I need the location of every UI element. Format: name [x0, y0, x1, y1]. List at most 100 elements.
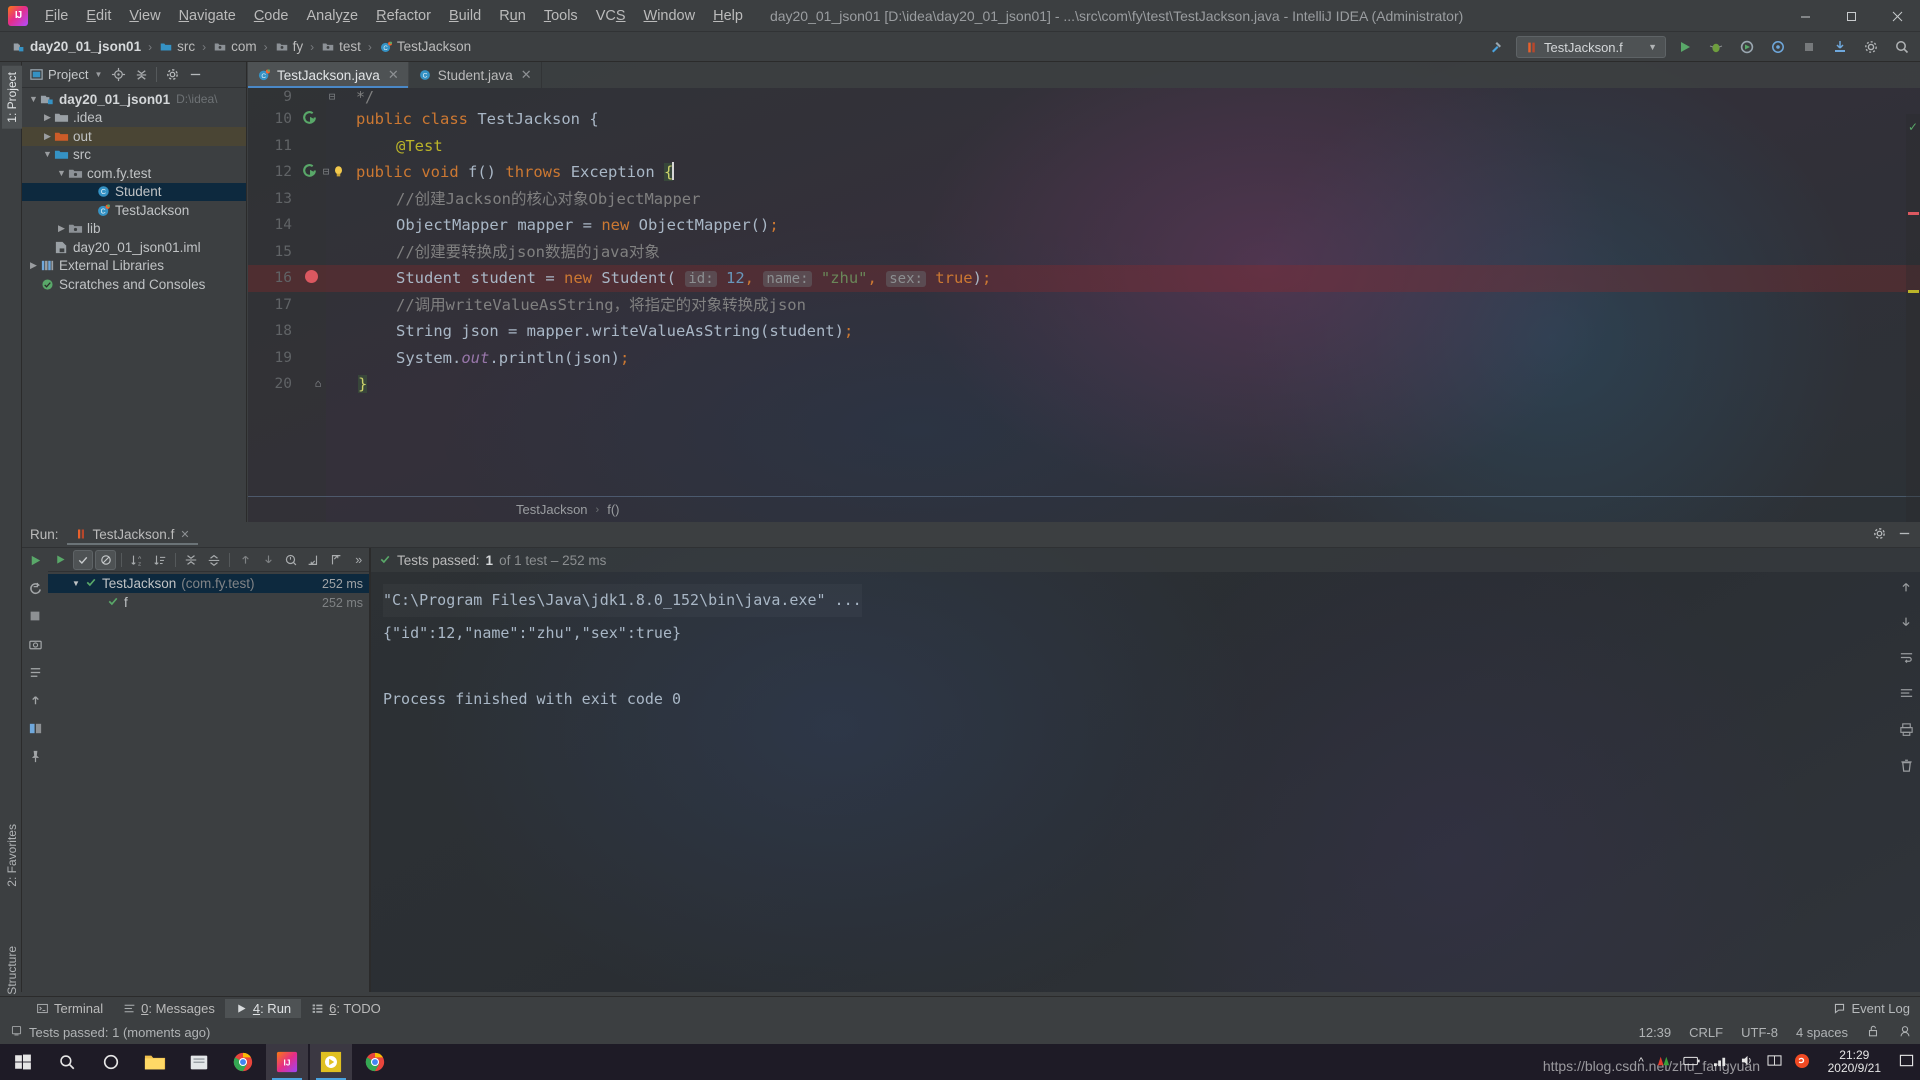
- tool-button-terminal[interactable]: Terminal: [26, 999, 113, 1018]
- file-encoding[interactable]: UTF-8: [1741, 1025, 1778, 1040]
- taskbar-search-button[interactable]: [46, 1044, 88, 1080]
- chevron-down-icon[interactable]: ▼: [41, 150, 54, 159]
- fold-marker[interactable]: ⊟: [324, 88, 340, 106]
- line-separator[interactable]: CRLF: [1689, 1025, 1723, 1040]
- hide-panel-button[interactable]: [185, 65, 205, 85]
- profiler-button[interactable]: [1766, 35, 1790, 59]
- show-passed-toggle[interactable]: [72, 549, 94, 570]
- sidebar-item-favorites-tab[interactable]: 2: Favorites: [2, 818, 22, 893]
- run-panel-hide-button[interactable]: [1897, 526, 1912, 544]
- breadcrumb-item-com[interactable]: com: [209, 37, 261, 56]
- run-tab-testjackson[interactable]: TestJackson.f ✕: [67, 525, 198, 545]
- sort-alphabetically-button[interactable]: AZ: [127, 550, 148, 570]
- tree-item-src[interactable]: ▼ src: [22, 146, 246, 165]
- chevron-right-icon[interactable]: ▶: [55, 224, 68, 233]
- menu-item-code[interactable]: Code: [245, 4, 298, 28]
- battery-icon[interactable]: [1683, 1055, 1701, 1070]
- taskbar-chrome[interactable]: [222, 1044, 264, 1080]
- history-button[interactable]: [281, 550, 302, 570]
- next-failed-button[interactable]: [258, 550, 279, 570]
- menu-item-vcs[interactable]: VCS: [587, 4, 635, 28]
- more-actions-button[interactable]: »: [348, 550, 369, 570]
- editor-breadcrumb-method[interactable]: f(): [607, 502, 619, 517]
- menu-item-window[interactable]: Window: [635, 4, 705, 28]
- tree-item-student-class[interactable]: C Student: [22, 182, 246, 201]
- print-button[interactable]: [1899, 722, 1914, 742]
- tree-item-project-root[interactable]: ▼ day20_01_json01 D:\idea\: [22, 90, 246, 109]
- maximize-button[interactable]: [1828, 0, 1874, 32]
- collapse-all-button[interactable]: [131, 65, 151, 85]
- menu-item-file[interactable]: FFileile: [36, 4, 77, 28]
- indent-setting[interactable]: 4 spaces: [1796, 1025, 1848, 1040]
- close-icon[interactable]: ✕: [521, 67, 532, 83]
- breadcrumb-item-class[interactable]: C TestJackson: [375, 37, 475, 56]
- breakpoint-icon[interactable]: [300, 265, 322, 292]
- tree-item-out[interactable]: ▶ out: [22, 127, 246, 146]
- run-with-coverage-button[interactable]: [1735, 35, 1759, 59]
- chevron-down-icon[interactable]: ▼: [27, 94, 40, 104]
- code-area[interactable]: 9 ⊟ */ 10 public class TestJackson { 11 …: [248, 88, 1920, 522]
- clear-all-button[interactable]: [1899, 758, 1914, 778]
- expand-all-button[interactable]: [181, 550, 202, 570]
- prev-failed-button[interactable]: [235, 550, 256, 570]
- search-everywhere-button[interactable]: [1890, 35, 1914, 59]
- console-output[interactable]: Tests passed: 1 of 1 test – 252 ms "C:\P…: [370, 548, 1920, 992]
- network-icon[interactable]: [1713, 1054, 1728, 1070]
- show-ignored-toggle[interactable]: [95, 549, 117, 570]
- inspector-icon[interactable]: [1898, 1024, 1912, 1041]
- tree-item-testjackson-class[interactable]: C TestJackson: [22, 201, 246, 220]
- export-results-button[interactable]: [326, 550, 347, 570]
- caret-position[interactable]: 12:39: [1639, 1025, 1672, 1040]
- import-results-button[interactable]: [303, 550, 324, 570]
- stop-button[interactable]: [25, 606, 45, 626]
- chevron-right-icon[interactable]: ▶: [41, 113, 54, 122]
- sogou-icon[interactable]: [1794, 1053, 1810, 1072]
- project-panel-title[interactable]: Project ▼: [26, 65, 105, 84]
- volume-icon[interactable]: [1740, 1054, 1755, 1070]
- tree-item-scratches[interactable]: Scratches and Consoles: [22, 275, 246, 294]
- breadcrumb-item-test[interactable]: test: [317, 37, 365, 56]
- chevron-right-icon[interactable]: ▶: [27, 261, 40, 270]
- run-button[interactable]: [1673, 35, 1697, 59]
- rerun-failed-button[interactable]: [25, 578, 45, 598]
- taskbar-clock[interactable]: 21:29 2020/9/21: [1822, 1049, 1887, 1075]
- menu-item-refactor[interactable]: Refactor: [367, 4, 440, 28]
- sort-by-duration-button[interactable]: [150, 550, 171, 570]
- tool-button-run[interactable]: 4: Run: [224, 999, 302, 1018]
- rerun-tests-button[interactable]: [50, 550, 71, 570]
- project-settings-button[interactable]: [162, 65, 182, 85]
- debug-button[interactable]: [1704, 35, 1728, 59]
- close-icon[interactable]: ✕: [180, 528, 189, 541]
- event-log-button[interactable]: Event Log: [1833, 1001, 1910, 1016]
- tool-button-todo[interactable]: 6: TODO: [301, 999, 391, 1018]
- tree-item-iml-file[interactable]: day20_01_json01.iml: [22, 238, 246, 257]
- taskbar-file-explorer[interactable]: [134, 1044, 176, 1080]
- sidebar-item-project-tab[interactable]: 1: Project: [2, 66, 22, 129]
- tree-item-idea[interactable]: ▶ .idea: [22, 109, 246, 128]
- close-button[interactable]: [1874, 0, 1920, 32]
- export-button[interactable]: [25, 690, 45, 710]
- scroll-up-button[interactable]: [1899, 580, 1913, 599]
- breadcrumb-item-project[interactable]: day20_01_json01: [8, 37, 145, 56]
- action-center-icon[interactable]: [1899, 1053, 1914, 1071]
- taskbar-intellij[interactable]: IJ: [266, 1044, 308, 1080]
- language-icon[interactable]: [1767, 1054, 1782, 1070]
- dump-threads-button[interactable]: [25, 662, 45, 682]
- stop-button[interactable]: [1797, 35, 1821, 59]
- layout-button[interactable]: [25, 718, 45, 738]
- settings-button[interactable]: [1859, 35, 1883, 59]
- taskbar-snipaste[interactable]: [310, 1044, 352, 1080]
- unlocked-icon[interactable]: [1866, 1024, 1880, 1041]
- run-gutter-icon[interactable]: [298, 159, 320, 186]
- breadcrumb-item-src[interactable]: src: [155, 37, 199, 56]
- run-configuration-selector[interactable]: TestJackson.f ▼: [1516, 36, 1666, 58]
- scroll-to-end-button[interactable]: [1899, 686, 1914, 706]
- editor-marker-bar[interactable]: ✓: [1906, 114, 1920, 522]
- chevron-down-icon[interactable]: ▼: [55, 168, 68, 178]
- tab-testjackson-java[interactable]: C TestJackson.java ✕: [248, 62, 409, 88]
- rerun-button[interactable]: [25, 550, 45, 570]
- taskbar-cortana-button[interactable]: [90, 1044, 132, 1080]
- run-panel-settings-button[interactable]: [1872, 526, 1887, 544]
- test-row-testjackson[interactable]: ▼ TestJackson (com.fy.test) 252 ms: [48, 574, 369, 593]
- intention-bulb-icon[interactable]: [332, 159, 345, 186]
